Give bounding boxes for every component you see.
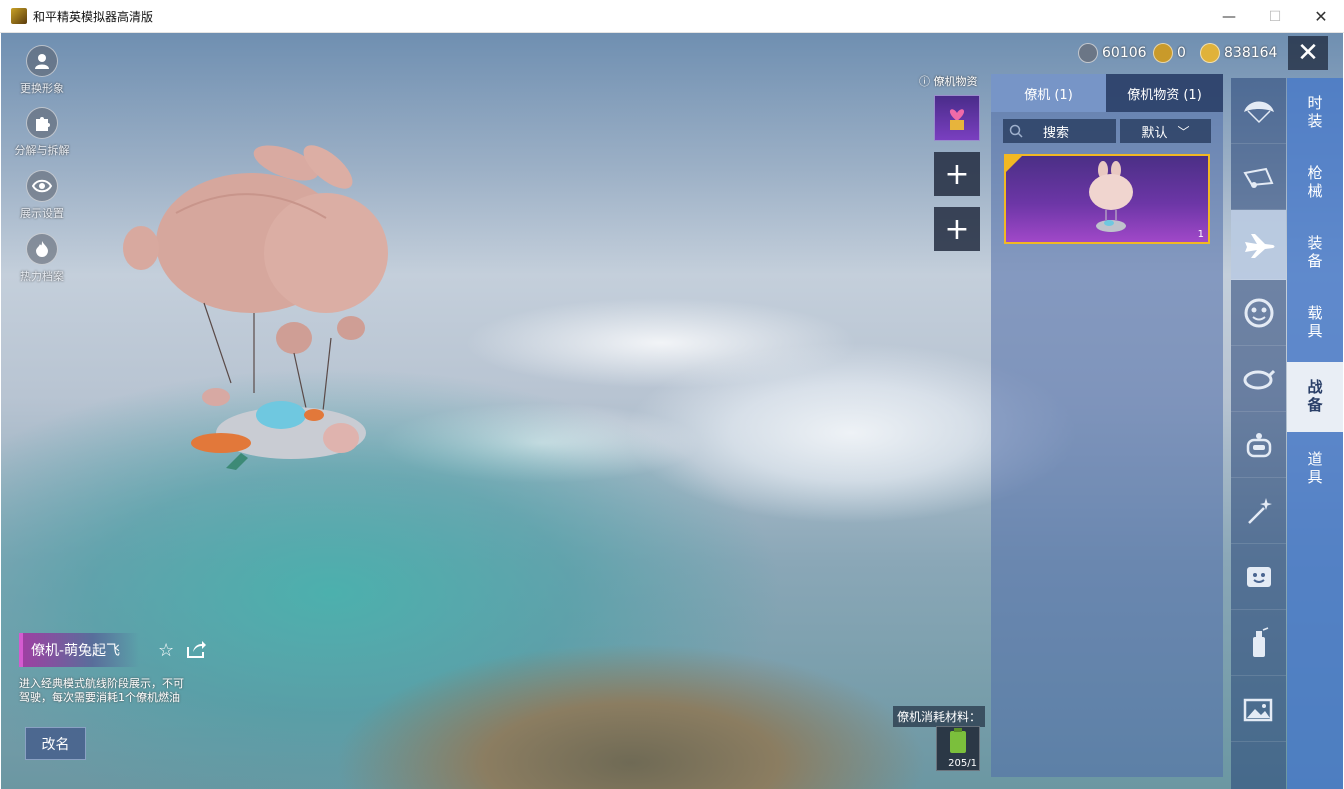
category-gallery[interactable] (1231, 676, 1286, 742)
change-avatar-button[interactable]: 更换形象 (11, 45, 73, 96)
silver-coin-icon (1078, 43, 1098, 63)
gold-badge-icon (1153, 43, 1173, 63)
consume-label: 僚机消耗材料： (893, 706, 986, 727)
robot-icon (1246, 432, 1271, 457)
maximize-button[interactable]: ☐ (1252, 0, 1298, 33)
bunny-balloon-plane-model (123, 145, 388, 470)
currency-silver: 60106 (1078, 43, 1147, 63)
plane-icon (1244, 233, 1274, 258)
tab-equipment[interactable]: 装备 (1287, 218, 1343, 288)
category-robot[interactable] (1231, 412, 1286, 478)
face-icon (1244, 298, 1273, 327)
help-icon: ⓘ (919, 75, 930, 88)
flame-icon (26, 233, 58, 265)
share-icon[interactable] (185, 639, 207, 659)
rename-button[interactable]: 改名 (25, 727, 86, 760)
category-icon-column (1231, 78, 1286, 789)
search-input[interactable]: 搜索 (1003, 119, 1116, 143)
emote-icon (1246, 566, 1271, 587)
currency-value: 0 (1177, 45, 1186, 61)
category-text-column: 时装 枪械 装备 载具 战备 道具 (1287, 78, 1343, 789)
avatar-icon (26, 45, 58, 77)
tab-fashion[interactable]: 时装 (1287, 78, 1343, 148)
tool-label: 热力档案 (20, 270, 64, 283)
inventory-item-card[interactable]: 1 (1004, 154, 1210, 244)
tab-combat-prep[interactable]: 战备 (1287, 362, 1343, 432)
favorite-star-icon[interactable]: ☆ (158, 640, 174, 661)
tab-wingman-supplies[interactable]: 僚机物资 (1) (1106, 74, 1223, 112)
puzzle-icon (26, 107, 58, 139)
category-face[interactable] (1231, 280, 1286, 346)
category-vehicle-skin[interactable] (1231, 144, 1286, 210)
search-icon (1009, 124, 1023, 138)
game-viewport: 更换形象 分解与拆解 展示设置 热力档案 僚机-萌兔起飞 ☆ 进入经典模式航线阶… (1, 33, 1343, 789)
wand-icon (1247, 497, 1272, 524)
chevron-down-icon: ﹀ (1177, 124, 1190, 139)
category-spray[interactable] (1231, 610, 1286, 676)
item-name-banner: 僚机-萌兔起飞 (19, 633, 139, 667)
tool-label: 更换形象 (20, 82, 64, 95)
parachute-icon (1243, 101, 1274, 123)
card-count: 1 (1197, 229, 1204, 240)
app-logo-icon (11, 8, 27, 24)
tab-items[interactable]: 道具 (1287, 434, 1343, 504)
bunny-plane-thumbnail (1089, 161, 1133, 232)
add-slot-button[interactable]: + (934, 152, 980, 196)
category-pan[interactable] (1231, 346, 1286, 412)
currency-value: 60106 (1102, 45, 1147, 61)
fuel-count: 205/1 (948, 758, 977, 769)
equipped-check-icon (1006, 156, 1022, 172)
search-placeholder: 搜索 (1043, 125, 1070, 141)
window-title: 和平精英模拟器高清版 (33, 9, 154, 24)
eye-icon (26, 170, 58, 202)
tool-label: 分解与拆解 (14, 144, 70, 157)
supply-box-icon (949, 109, 965, 130)
pan-icon (1243, 369, 1275, 389)
category-parachute[interactable] (1231, 78, 1286, 144)
slot-title-text: 僚机物资 (933, 75, 978, 88)
fuel-item[interactable]: 205/1 (936, 726, 980, 771)
item-description: 进入经典模式航线阶段展示，不可驾驶，每次需要消耗1个僚机燃油 (19, 677, 184, 704)
vehicle-skin-icon (1242, 167, 1273, 188)
sort-value: 默认 (1141, 125, 1168, 141)
tab-wingman[interactable]: 僚机 (1) (991, 74, 1106, 112)
gallery-icon (1243, 698, 1272, 721)
add-slot-button[interactable]: + (934, 207, 980, 251)
close-panel-button[interactable]: ✕ (1288, 36, 1328, 70)
tab-vehicles[interactable]: 载具 (1287, 288, 1343, 358)
currency-gold: 0 (1153, 43, 1186, 63)
currency-value: 838164 (1224, 45, 1278, 61)
lightning-coin-icon (1200, 43, 1220, 63)
category-effect[interactable] (1231, 478, 1286, 544)
sort-dropdown[interactable]: 默认 ﹀ (1120, 119, 1211, 143)
heat-archive-button[interactable]: 热力档案 (11, 233, 73, 284)
tool-label: 展示设置 (20, 207, 64, 220)
window-close-button[interactable]: ✕ (1298, 0, 1344, 33)
minimize-button[interactable]: — (1206, 0, 1252, 33)
fuel-can-icon (950, 728, 966, 753)
tab-weapons[interactable]: 枪械 (1287, 148, 1343, 218)
decompose-button[interactable]: 分解与拆解 (11, 107, 73, 158)
equipped-supply-slot[interactable] (934, 95, 980, 141)
inventory-panel: 僚机 (1) 僚机物资 (1) 搜索 默认 ﹀ 1 (991, 74, 1223, 777)
window-titlebar: 和平精英模拟器高清版 — ☐ ✕ (0, 0, 1344, 33)
display-settings-button[interactable]: 展示设置 (11, 170, 73, 221)
item-name: 僚机-萌兔起飞 (31, 643, 121, 659)
currency-lightning: 838164 (1200, 43, 1277, 63)
category-plane[interactable] (1231, 210, 1286, 280)
slot-title[interactable]: ⓘ 僚机物资 (919, 73, 978, 89)
category-emote[interactable] (1231, 544, 1286, 610)
spray-icon (1252, 626, 1268, 657)
